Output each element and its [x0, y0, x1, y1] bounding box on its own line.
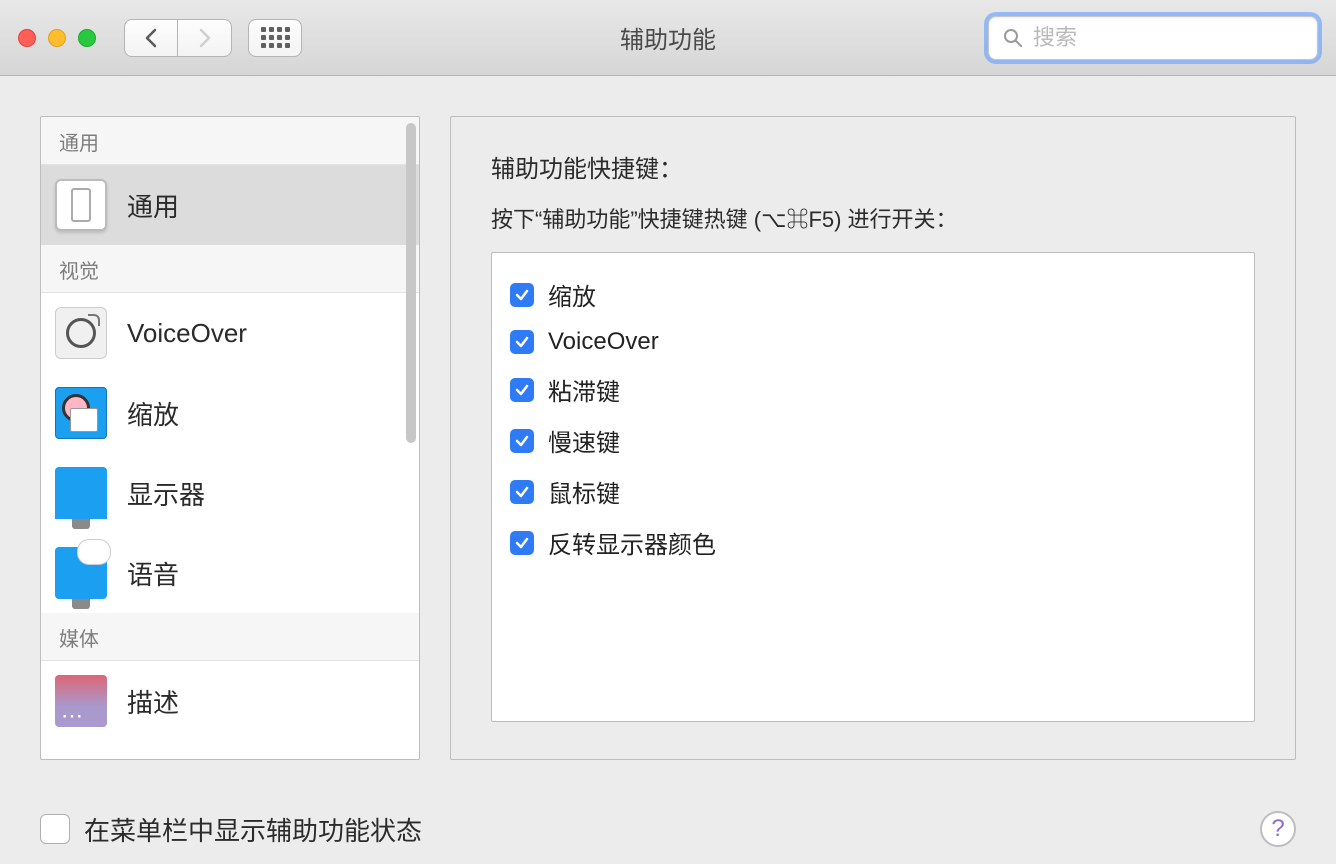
sidebar-item-display[interactable]: 显示器: [41, 453, 419, 533]
sidebar-section-header: 通用: [41, 117, 419, 165]
shortcut-list: 缩放 VoiceOver 粘滞键 慢速键 鼠标键 反转显示器颜色: [491, 252, 1255, 722]
sidebar-item-label: 语音: [127, 555, 179, 592]
shortcut-label: 反转显示器颜色: [548, 525, 716, 560]
shortcut-label: 慢速键: [548, 423, 620, 458]
content: 通用 通用 视觉 VoiceOver 缩放 显示器 语音 媒体: [0, 76, 1336, 794]
sidebar-item-voiceover[interactable]: VoiceOver: [41, 293, 419, 373]
checkbox[interactable]: [510, 531, 534, 555]
check-icon: [514, 535, 530, 551]
sidebar-item-general[interactable]: 通用: [41, 165, 419, 245]
shortcut-row[interactable]: 反转显示器颜色: [510, 517, 1236, 568]
close-window-button[interactable]: [18, 29, 36, 47]
sidebar-item-label: VoiceOver: [127, 318, 247, 349]
search-field[interactable]: [988, 16, 1318, 60]
checkbox[interactable]: [510, 330, 534, 354]
zoom-icon: [55, 387, 107, 439]
general-icon: [55, 179, 107, 231]
shortcut-label: 缩放: [548, 277, 596, 312]
shortcut-label: 粘滞键: [548, 372, 620, 407]
check-icon: [514, 287, 530, 303]
shortcut-label: VoiceOver: [548, 328, 659, 356]
checkbox[interactable]: [510, 378, 534, 402]
checkbox[interactable]: [510, 480, 534, 504]
window-title: 辅助功能: [620, 20, 716, 55]
window-controls: [18, 29, 96, 47]
panel-subtext: 按下“辅助功能”快捷键热键 (⌥⌘F5) 进行开关：: [491, 202, 1255, 234]
speech-icon: [55, 547, 107, 599]
check-icon: [514, 382, 530, 398]
checkbox[interactable]: [510, 429, 534, 453]
sidebar-item-label: 显示器: [127, 475, 205, 512]
sidebar-item-label: 通用: [127, 187, 179, 224]
show-all-button[interactable]: [248, 19, 302, 57]
bottom-bar: 在菜单栏中显示辅助功能状态 ?: [0, 794, 1336, 864]
check-icon: [514, 484, 530, 500]
voiceover-icon: [55, 307, 107, 359]
search-icon: [1003, 28, 1023, 48]
chevron-left-icon: [144, 28, 158, 48]
shortcut-row[interactable]: 慢速键: [510, 415, 1236, 466]
sidebar-item-descriptions[interactable]: 描述: [41, 661, 419, 741]
checkbox[interactable]: [510, 283, 534, 307]
shortcut-row[interactable]: 缩放: [510, 269, 1236, 320]
help-icon: ?: [1271, 815, 1284, 843]
sidebar-item-label: 缩放: [127, 395, 179, 432]
nav-group: [124, 19, 232, 57]
descriptions-icon: [55, 675, 107, 727]
display-icon: [55, 467, 107, 519]
show-status-label: 在菜单栏中显示辅助功能状态: [84, 811, 422, 848]
search-input[interactable]: [1033, 25, 1303, 51]
sidebar-item-subtitles[interactable]: 字幕: [41, 741, 419, 759]
back-button[interactable]: [124, 19, 178, 57]
scrollbar[interactable]: [406, 123, 416, 443]
panel-heading: 辅助功能快捷键：: [491, 149, 1255, 184]
help-button[interactable]: ?: [1260, 811, 1296, 847]
sidebar-item-label: 描述: [127, 683, 179, 720]
sidebar-item-speech[interactable]: 语音: [41, 533, 419, 613]
zoom-window-button[interactable]: [78, 29, 96, 47]
main-panel: 辅助功能快捷键： 按下“辅助功能”快捷键热键 (⌥⌘F5) 进行开关： 缩放 V…: [450, 116, 1296, 760]
shortcut-row[interactable]: 鼠标键: [510, 466, 1236, 517]
check-icon: [514, 433, 530, 449]
shortcut-row[interactable]: 粘滞键: [510, 364, 1236, 415]
shortcut-row[interactable]: VoiceOver: [510, 320, 1236, 364]
sidebar-section-header: 媒体: [41, 613, 419, 661]
sidebar-item-zoom[interactable]: 缩放: [41, 373, 419, 453]
sidebar-section-header: 视觉: [41, 245, 419, 293]
show-status-checkbox[interactable]: [40, 814, 70, 844]
titlebar: 辅助功能: [0, 0, 1336, 76]
sidebar: 通用 通用 视觉 VoiceOver 缩放 显示器 语音 媒体: [40, 116, 420, 760]
grid-icon: [261, 27, 290, 48]
check-icon: [514, 334, 530, 350]
shortcut-label: 鼠标键: [548, 474, 620, 509]
forward-button[interactable]: [178, 19, 232, 57]
minimize-window-button[interactable]: [48, 29, 66, 47]
chevron-right-icon: [198, 28, 212, 48]
